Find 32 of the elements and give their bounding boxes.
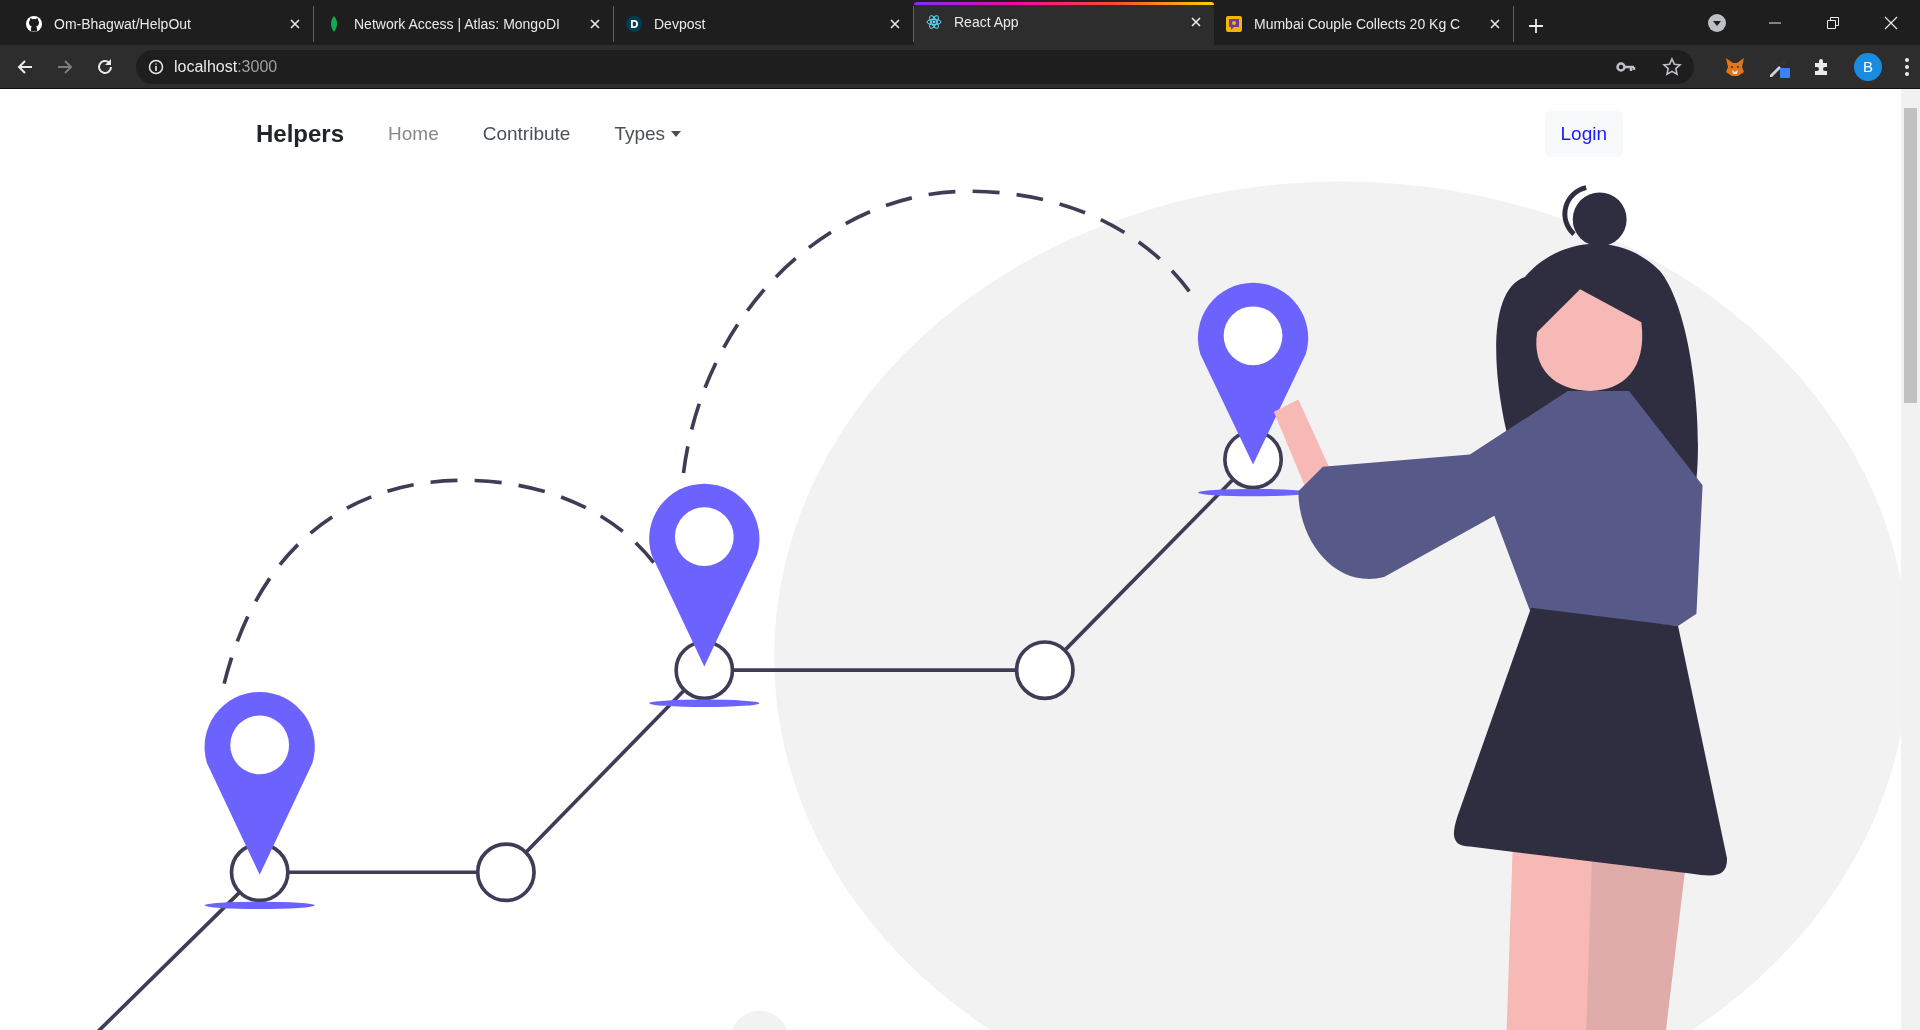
address-bar[interactable]: localhost:3000 <box>136 49 1694 84</box>
star-icon[interactable] <box>1662 56 1682 77</box>
close-icon[interactable] <box>1489 18 1501 30</box>
close-icon[interactable] <box>589 18 601 30</box>
atom-icon <box>926 14 942 30</box>
back-icon[interactable] <box>16 57 34 76</box>
browser-tab[interactable]: React App <box>914 2 1214 45</box>
info-icon <box>148 58 164 75</box>
restore-icon[interactable] <box>1827 16 1839 29</box>
nav-link[interactable]: Home <box>388 123 439 145</box>
nav-link[interactable]: Contribute <box>482 123 571 145</box>
plus-icon[interactable] <box>1528 18 1544 34</box>
fox-icon[interactable] <box>1724 55 1746 78</box>
close-icon[interactable] <box>1884 15 1898 30</box>
browser-tab[interactable]: Network Access | Atlas: MongoDI <box>314 6 614 42</box>
menu-icon[interactable] <box>1904 56 1910 77</box>
letter-d-icon <box>626 16 642 32</box>
browser-tab[interactable]: Om-Bhagwat/HelpOut <box>14 6 314 42</box>
close-icon[interactable] <box>1190 16 1202 28</box>
brand-link[interactable]: Helpers <box>256 120 345 148</box>
browser-tab[interactable]: Mumbai Couple Collects 20 Kg C <box>1214 6 1514 42</box>
github-icon <box>26 16 42 32</box>
nav-link[interactable]: Types <box>614 123 682 145</box>
login-button[interactable]: Login <box>1544 111 1623 157</box>
speech-bubble-icon <box>1226 16 1242 32</box>
close-icon[interactable] <box>889 18 901 30</box>
scrollbar[interactable] <box>1901 89 1920 1030</box>
reload-icon[interactable] <box>96 57 114 76</box>
close-icon[interactable] <box>289 18 301 30</box>
profile-avatar[interactable]: B <box>1854 52 1882 81</box>
dropdown-icon[interactable] <box>1708 13 1726 32</box>
forward-icon[interactable] <box>56 57 74 76</box>
